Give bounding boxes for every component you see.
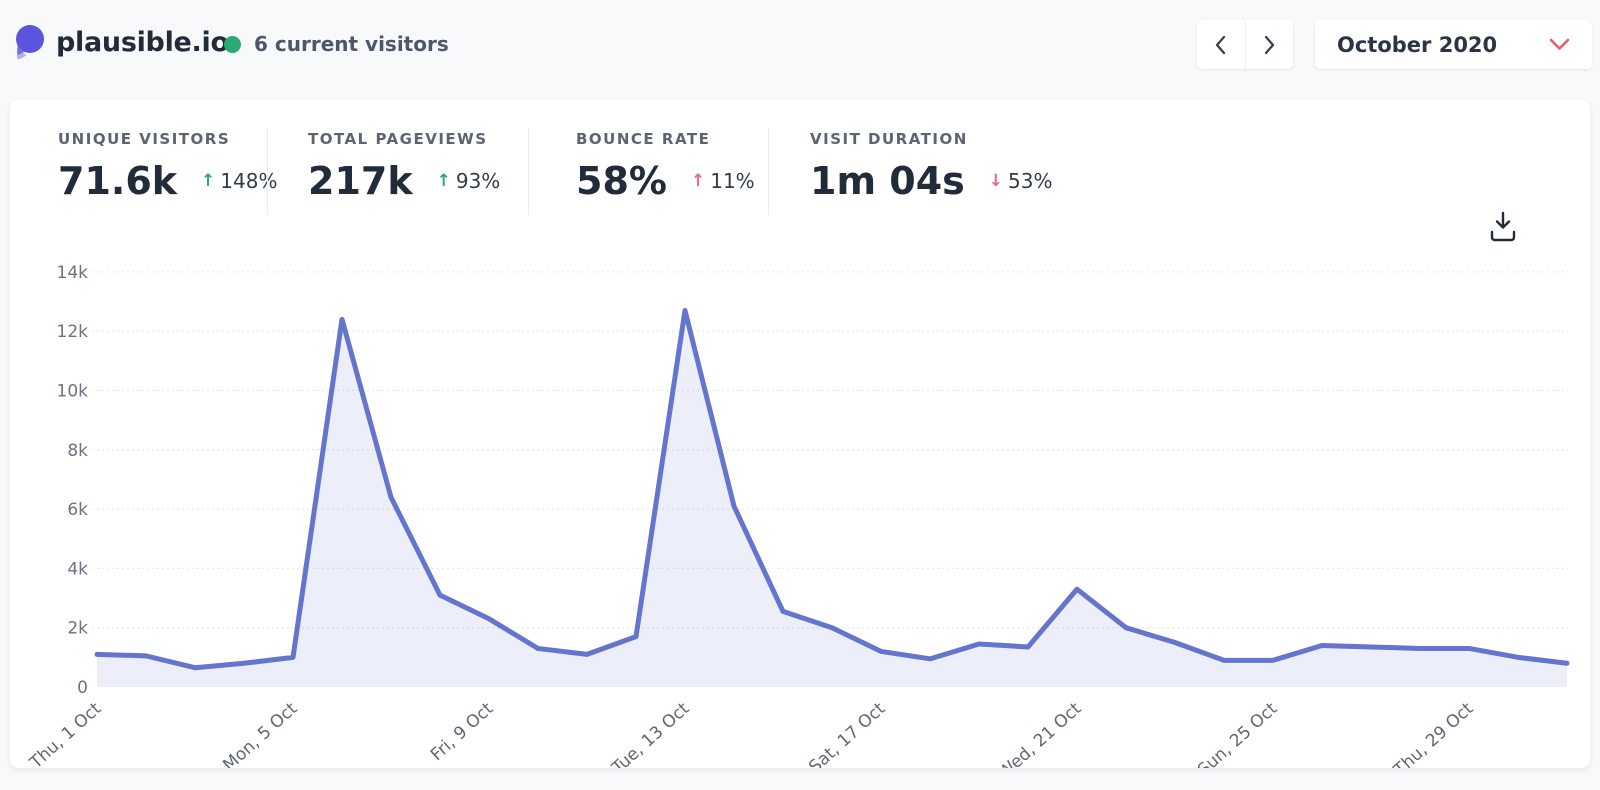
x-axis-tick-label: Sat, 17 Oct xyxy=(805,699,889,768)
chevron-right-icon xyxy=(1263,35,1276,55)
site-name: plausible.io xyxy=(56,27,229,58)
y-axis-tick-label: 2k xyxy=(67,619,88,639)
x-axis-tick-label: Fri, 9 Oct xyxy=(427,699,498,765)
period-selector[interactable]: October 2020 xyxy=(1315,20,1592,69)
x-axis-tick-label: Mon, 5 Oct xyxy=(219,699,301,768)
period-label: October 2020 xyxy=(1337,33,1497,57)
x-axis-tick-label: Sun, 25 Oct xyxy=(1194,699,1282,768)
current-visitors-label: 6 current visitors xyxy=(254,32,449,56)
y-axis-tick-label: 14k xyxy=(57,263,89,283)
y-axis-tick-label: 8k xyxy=(67,441,88,461)
x-axis-tick-label: Tue, 13 Oct xyxy=(608,699,694,768)
chevron-down-icon xyxy=(1549,38,1570,51)
live-dot-icon xyxy=(224,36,241,53)
x-axis-tick-label: Thu, 29 Oct xyxy=(1390,699,1478,768)
x-axis-tick-label: Wed, 21 Oct xyxy=(994,699,1085,768)
y-axis-tick-label: 4k xyxy=(67,559,88,579)
y-axis-tick-label: 10k xyxy=(57,382,89,402)
y-axis-tick-label: 12k xyxy=(57,322,89,342)
chevron-left-icon xyxy=(1214,35,1227,55)
brand: plausible.io xyxy=(12,24,229,61)
y-axis-tick-label: 6k xyxy=(67,500,88,520)
x-axis-tick-label: Thu, 1 Oct xyxy=(26,699,106,768)
next-period-button[interactable] xyxy=(1245,20,1294,69)
y-axis-tick-label: 0 xyxy=(77,678,88,698)
current-visitors[interactable]: 6 current visitors xyxy=(224,32,449,56)
visitors-chart[interactable]: 0 2k 4k 6k 8k 10k 12k 14k Thu, 1 Oct Mon, 5 Oct Fr… xyxy=(10,100,1590,768)
period-nav xyxy=(1197,20,1293,69)
dashboard-card: UNIQUE VISITORS 71.6k ↑ 148% TOTAL PAGEV… xyxy=(10,100,1590,768)
prev-period-button[interactable] xyxy=(1197,20,1245,69)
plausible-dashboard: plausible.io 6 current visitors October … xyxy=(0,0,1600,790)
plausible-logo-icon xyxy=(12,24,45,61)
